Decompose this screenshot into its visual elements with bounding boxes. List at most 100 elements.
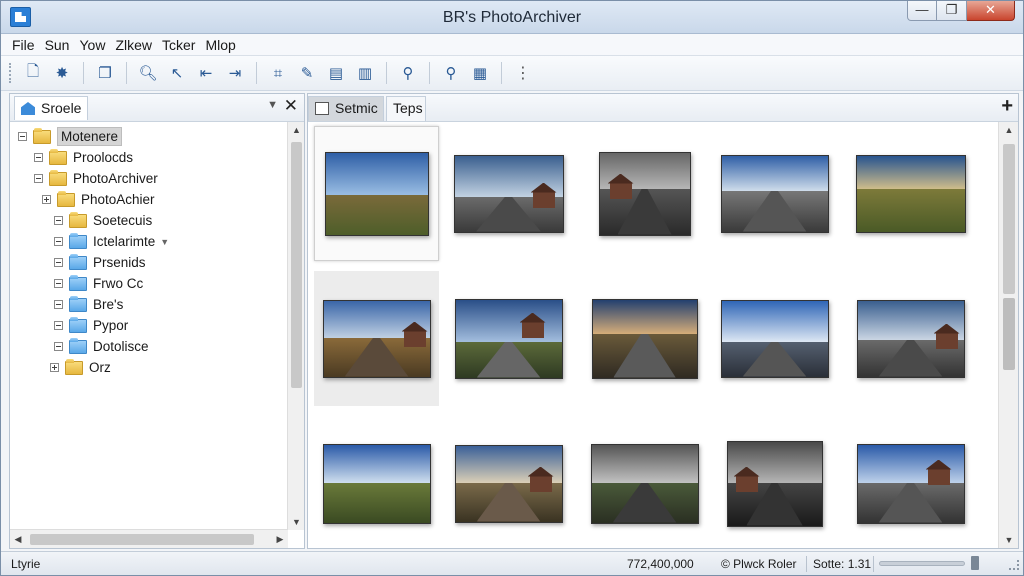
collapse-minus-icon[interactable] — [54, 300, 63, 309]
collapse-minus-icon[interactable] — [54, 342, 63, 351]
photo-ground — [856, 188, 965, 232]
photo-thumbnail[interactable] — [712, 271, 837, 406]
find-icon[interactable]: ⚲ — [438, 60, 464, 86]
photo-thumbnail[interactable] — [582, 126, 707, 261]
tree-item[interactable]: Ictelarimte ▼ — [54, 231, 169, 252]
photo-thumbnail[interactable] — [314, 416, 439, 551]
photo-thumbnail[interactable] — [848, 416, 973, 551]
copy-icon[interactable]: ❐ — [92, 60, 118, 86]
resize-grip[interactable] — [1009, 560, 1019, 570]
minimize-button[interactable]: — — [907, 1, 937, 21]
scroll-down-arrow-icon[interactable]: ▼ — [999, 532, 1019, 548]
photo-thumbnail[interactable] — [446, 416, 571, 551]
pencil-icon[interactable]: ✎ — [294, 60, 320, 86]
toolbar-grip[interactable] — [9, 63, 13, 83]
pane-menu-icon[interactable]: ▼ — [267, 99, 278, 111]
zoom-search-icon[interactable]: 🔍︎ — [135, 60, 161, 86]
tree-item-label: Dotolisce — [93, 339, 149, 354]
tree-horizontal-scrollbar[interactable]: ◀ ▶ — [10, 529, 288, 548]
photo-thumbnail[interactable] — [712, 416, 837, 551]
tab-page-icon — [315, 102, 329, 115]
tree-item[interactable]: Dotolisce — [54, 336, 149, 357]
toolbar-overflow-icon[interactable]: ⋮ — [510, 60, 536, 86]
tree-item[interactable]: Proolocds — [34, 147, 133, 168]
tree-item[interactable]: Prsenids — [54, 252, 146, 273]
close-button[interactable]: ✕ — [967, 1, 1015, 21]
export-icon[interactable]: ⇥ — [222, 60, 248, 86]
gear-sparkle-icon[interactable]: ✸ — [49, 60, 75, 86]
scroll-right-arrow-icon[interactable]: ▶ — [272, 530, 288, 548]
pointer-icon[interactable]: ↖ — [164, 60, 190, 86]
photo-thumbnail[interactable] — [848, 126, 973, 261]
expand-plus-icon[interactable] — [50, 363, 59, 372]
tree-item[interactable]: Motenere — [18, 126, 123, 147]
chart-icon[interactable]: ▥ — [352, 60, 378, 86]
toolbar-separator — [386, 62, 387, 84]
window-title: BR's PhotoArchiver — [442, 9, 582, 26]
scroll-thumb[interactable] — [1003, 144, 1015, 294]
import-icon[interactable]: ⇤ — [193, 60, 219, 86]
photo-thumbnail[interactable] — [446, 271, 571, 406]
scroll-down-arrow-icon[interactable]: ▼ — [288, 514, 305, 530]
tree-item[interactable]: Bre's — [54, 294, 123, 315]
photo-thumbnail[interactable] — [582, 416, 707, 551]
menu-item-tcker[interactable]: Tcker — [157, 37, 200, 53]
photo-thumbnail[interactable] — [446, 126, 571, 261]
folder-pane-tab[interactable]: Sroele — [14, 96, 89, 120]
collapse-minus-icon[interactable] — [34, 153, 43, 162]
tree-item[interactable]: Pypor — [54, 315, 128, 336]
scroll-thumb-secondary[interactable] — [1003, 298, 1015, 370]
photo-thumbnail[interactable] — [712, 126, 837, 261]
maximize-button[interactable]: ❐ — [937, 1, 967, 21]
photo-image — [720, 299, 829, 378]
photo-thumbnail[interactable] — [848, 271, 973, 406]
collapse-minus-icon[interactable] — [54, 237, 63, 246]
photo-thumbnail[interactable] — [582, 271, 707, 406]
app-window: BR's PhotoArchiver — ❐ ✕ File Sun Yow Zlkew… — [0, 0, 1024, 576]
add-tab-button[interactable]: + — [1001, 95, 1013, 118]
photo-image — [726, 440, 823, 527]
photo-image — [454, 444, 563, 523]
collapse-minus-icon[interactable] — [54, 216, 63, 225]
menu-item-mlop[interactable]: Mlop — [200, 37, 240, 53]
collapse-minus-icon[interactable] — [34, 174, 43, 183]
tree-item[interactable]: Soetecuis — [54, 210, 152, 231]
scroll-up-arrow-icon[interactable]: ▲ — [999, 122, 1019, 138]
collapse-minus-icon[interactable] — [18, 132, 27, 141]
expand-plus-icon[interactable] — [42, 195, 51, 204]
photo-image — [453, 154, 564, 233]
tree-item[interactable]: Orz — [50, 357, 111, 378]
thumbnail-vertical-scrollbar[interactable]: ▲ ▼ — [998, 122, 1018, 548]
menu-item-file[interactable]: File — [7, 37, 40, 53]
grid-view-icon[interactable]: ▦ — [467, 60, 493, 86]
scroll-thumb[interactable] — [291, 142, 302, 388]
pane-close-button[interactable]: ✕ — [284, 96, 298, 116]
tab-setmic[interactable]: Setmic — [308, 96, 384, 121]
scroll-up-arrow-icon[interactable]: ▲ — [288, 122, 305, 138]
photo-house — [532, 191, 555, 208]
tree-item-label: Frwo Cc — [93, 276, 144, 291]
tree-item[interactable]: PhotoAchier — [42, 189, 155, 210]
tab-teps[interactable]: Teps — [386, 96, 426, 121]
photo-thumbnail[interactable] — [314, 126, 439, 261]
zoom-slider-handle[interactable] — [971, 556, 979, 570]
collapse-minus-icon[interactable] — [54, 321, 63, 330]
tree-vertical-scrollbar[interactable]: ▲ ▼ — [287, 122, 304, 530]
collapse-minus-icon[interactable] — [54, 258, 63, 267]
save-icon[interactable]: ▤ — [323, 60, 349, 86]
collapse-minus-icon[interactable] — [54, 279, 63, 288]
photo-thumbnail[interactable] — [314, 271, 439, 406]
menu-item-yow[interactable]: Yow — [74, 37, 110, 53]
search-icon[interactable]: ⚲ — [395, 60, 421, 86]
menu-item-zlkew[interactable]: Zlkew — [110, 37, 157, 53]
select-crop-icon[interactable]: ⌗ — [265, 60, 291, 86]
dropdown-arrow-icon[interactable]: ▼ — [160, 237, 169, 247]
tree-item[interactable]: Frwo Cc — [54, 273, 143, 294]
new-file-icon[interactable]: 🗋 — [20, 60, 46, 86]
hscroll-thumb[interactable] — [30, 534, 254, 545]
menu-item-sun[interactable]: Sun — [40, 37, 75, 53]
tree-item[interactable]: PhotoArchiver — [34, 168, 158, 189]
zoom-slider-track[interactable] — [879, 561, 965, 566]
title-bar[interactable]: BR's PhotoArchiver — ❐ ✕ — [1, 1, 1023, 34]
scroll-left-arrow-icon[interactable]: ◀ — [10, 530, 26, 548]
